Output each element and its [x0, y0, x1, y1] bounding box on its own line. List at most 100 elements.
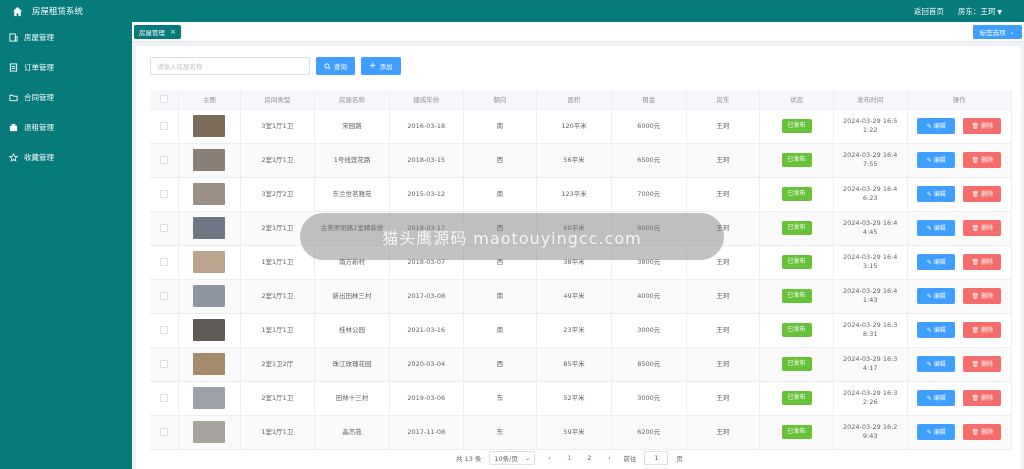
house-table: 主图 房间类型 房屋名称 建成年份 朝向 面积 租金 房东 状态 发布时间 操作… [150, 90, 1013, 450]
row-select-cell[interactable] [150, 381, 180, 416]
trash-icon: 🗑 [971, 258, 980, 266]
delete-button[interactable]: 🗑 删除 [963, 254, 1002, 270]
house-thumbnail[interactable] [193, 251, 226, 273]
delete-button[interactable]: 🗑 删除 [963, 390, 1002, 406]
delete-button[interactable]: 🗑 删除 [963, 356, 1002, 372]
prev-page-button[interactable]: ‹ [543, 454, 555, 462]
delete-button[interactable]: 🗑 删除 [963, 322, 1002, 338]
row-checkbox[interactable] [160, 325, 169, 334]
area-cell: 120平米 [536, 109, 612, 144]
page-size-value: 10条/页 [494, 455, 518, 463]
status-badge[interactable]: 已发布 [781, 391, 812, 405]
page-number-2[interactable]: 2 [583, 454, 595, 462]
delete-button[interactable]: 🗑 删除 [963, 186, 1002, 202]
edit-button[interactable]: ✎ 编辑 [917, 118, 956, 134]
house-name-cell: 田林十三村 [314, 381, 390, 416]
search-input[interactable]: 请输入房屋名称 [150, 57, 310, 75]
close-icon[interactable]: × [170, 28, 176, 36]
edit-button[interactable]: ✎ 编辑 [917, 152, 956, 168]
house-thumbnail[interactable] [193, 217, 226, 239]
house-thumbnail[interactable] [193, 319, 226, 341]
edit-button[interactable]: ✎ 编辑 [917, 288, 956, 304]
row-select-cell[interactable] [150, 313, 180, 348]
status-cell: 已发布 [759, 109, 834, 144]
tag-label: 房屋管理 [139, 28, 165, 37]
sidebar-item-checkout[interactable]: 退租管理 [0, 112, 132, 142]
sidebar-item-favorite[interactable]: 收藏管理 [0, 142, 132, 172]
back-home-link[interactable]: 返回首页 [914, 6, 944, 17]
row-select-cell[interactable] [150, 109, 180, 144]
house-thumbnail[interactable] [193, 115, 226, 137]
house-thumbnail[interactable] [193, 183, 226, 205]
delete-button[interactable]: 🗑 删除 [963, 118, 1002, 134]
edit-button[interactable]: ✎ 编辑 [917, 356, 956, 372]
edit-button[interactable]: ✎ 编辑 [917, 390, 956, 406]
home-icon[interactable] [10, 4, 24, 18]
tag-options-button[interactable]: 标签选项 ⌄ [972, 24, 1022, 39]
status-badge[interactable]: 已发布 [781, 323, 812, 337]
trash-icon: 🗑 [971, 156, 980, 164]
sidebar-item-order[interactable]: 订单管理 [0, 52, 132, 82]
goto-page-input[interactable]: 1 [644, 451, 669, 465]
house-thumbnail[interactable] [193, 421, 226, 443]
delete-button[interactable]: 🗑 删除 [963, 152, 1002, 168]
delete-button[interactable]: 🗑 删除 [963, 288, 1002, 304]
row-checkbox[interactable] [160, 359, 169, 368]
status-badge[interactable]: 已发布 [781, 187, 812, 201]
row-checkbox[interactable] [160, 427, 169, 436]
status-badge[interactable]: 已发布 [781, 357, 812, 371]
row-select-cell[interactable] [150, 347, 180, 382]
status-badge[interactable]: 已发布 [781, 153, 812, 167]
select-all-cell[interactable] [150, 90, 180, 110]
status-badge[interactable]: 已发布 [781, 119, 812, 133]
actions-cell: ✎ 编辑 🗑 删除 [907, 347, 1013, 382]
area-cell: 52平米 [536, 381, 612, 416]
row-select-cell[interactable] [150, 415, 180, 450]
add-button[interactable]: + 添加 [361, 57, 401, 75]
row-select-cell[interactable] [150, 279, 180, 314]
build-year-cell: 2016-03-18 [389, 109, 464, 144]
edit-button[interactable]: ✎ 编辑 [917, 254, 956, 270]
row-checkbox[interactable] [160, 291, 169, 300]
page-number-1[interactable]: 1 [563, 454, 575, 462]
search-button[interactable]: 查询 [316, 57, 355, 75]
plus-icon: + [369, 61, 377, 71]
house-thumbnail[interactable] [193, 353, 226, 375]
house-thumbnail[interactable] [193, 285, 226, 307]
actions-cell: ✎ 编辑 🗑 删除 [907, 415, 1013, 450]
edit-button[interactable]: ✎ 编辑 [917, 322, 956, 338]
row-checkbox[interactable] [160, 189, 169, 198]
row-select-cell[interactable] [150, 143, 180, 178]
user-menu[interactable]: 房东：王珂 ▼ [958, 6, 1002, 17]
row-select-cell[interactable] [150, 177, 180, 212]
direction-cell: 南 [463, 109, 538, 144]
sidebar-item-house[interactable]: 房屋管理 [0, 22, 132, 52]
edit-button[interactable]: ✎ 编辑 [917, 424, 956, 440]
row-checkbox[interactable] [160, 155, 169, 164]
select-all-checkbox[interactable] [160, 95, 169, 104]
column-header: 租金 [611, 90, 687, 110]
actions-cell: ✎ 编辑 🗑 删除 [907, 279, 1013, 314]
delete-button[interactable]: 🗑 删除 [963, 220, 1002, 236]
row-select-cell[interactable] [150, 211, 180, 246]
page-size-select[interactable]: 10条/页 ⌄ [489, 451, 536, 465]
delete-button[interactable]: 🗑 删除 [963, 424, 1002, 440]
room-type-cell: 2室1厅1卫 [240, 143, 316, 178]
row-checkbox[interactable] [160, 121, 169, 130]
status-badge[interactable]: 已发布 [781, 221, 812, 235]
sidebar-item-contract[interactable]: 合同管理 [0, 82, 132, 112]
row-checkbox[interactable] [160, 257, 169, 266]
house-thumbnail[interactable] [193, 387, 226, 409]
next-page-button[interactable]: › [603, 454, 615, 462]
status-badge[interactable]: 已发布 [781, 425, 812, 439]
tag-house-management[interactable]: 房屋管理 × [134, 24, 181, 39]
status-cell: 已发布 [759, 279, 834, 314]
row-checkbox[interactable] [160, 393, 169, 402]
house-thumbnail[interactable] [193, 149, 226, 171]
status-badge[interactable]: 已发布 [781, 289, 812, 303]
row-select-cell[interactable] [150, 245, 180, 280]
edit-button[interactable]: ✎ 编辑 [917, 186, 956, 202]
status-badge[interactable]: 已发布 [781, 255, 812, 269]
row-checkbox[interactable] [160, 223, 169, 232]
edit-button[interactable]: ✎ 编辑 [917, 220, 956, 236]
